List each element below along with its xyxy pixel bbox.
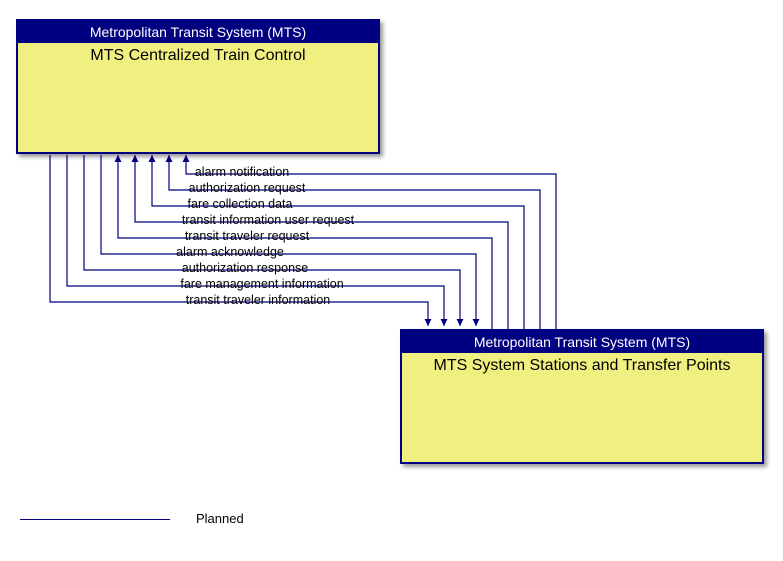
entity-box-mts-centralized: Metropolitan Transit System (MTS) MTS Ce… [16, 19, 380, 154]
legend-line-planned [20, 519, 170, 520]
flow-label-fare-mgmt-info: fare management information [180, 277, 343, 291]
entity-body-1: MTS Centralized Train Control [18, 43, 378, 65]
entity-box-mts-stations: Metropolitan Transit System (MTS) MTS Sy… [400, 329, 764, 464]
flow-label-alarm-notification: alarm notification [195, 165, 290, 179]
entity-header-1: Metropolitan Transit System (MTS) [18, 21, 378, 43]
flow-label-alarm-acknowledge: alarm acknowledge [176, 245, 284, 259]
flow-label-authorization-request: authorization request [189, 181, 306, 195]
flow-label-authorization-response: authorization response [182, 261, 308, 275]
flow-label-transit-traveler-info: transit traveler information [186, 293, 331, 307]
flow-label-transit-info-user-request: transit information user request [182, 213, 354, 227]
legend-label-planned: Planned [196, 511, 244, 526]
entity-body-2: MTS System Stations and Transfer Points [402, 353, 762, 375]
entity-header-2: Metropolitan Transit System (MTS) [402, 331, 762, 353]
flow-label-transit-traveler-request: transit traveler request [185, 229, 309, 243]
flow-label-fare-collection-data: fare collection data [188, 197, 293, 211]
